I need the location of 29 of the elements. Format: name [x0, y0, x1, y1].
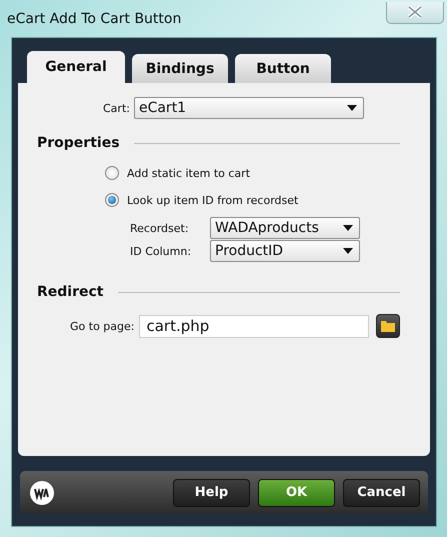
field-label: Go to page:: [70, 320, 134, 332]
caret-icon: [343, 225, 353, 231]
input-field[interactable]: cart.php: [139, 314, 370, 338]
tab[interactable]: General: [27, 51, 125, 83]
caret-icon: [346, 105, 357, 111]
section-heading: Properties: [37, 135, 120, 151]
close-button[interactable]: [386, 2, 444, 24]
radio-label: Add static item to cart: [127, 166, 250, 180]
dropdown[interactable]: eCart1: [134, 97, 364, 119]
radio-label: Look up item ID from recordset: [127, 194, 298, 206]
tab[interactable]: Bindings: [132, 54, 228, 83]
radio-button[interactable]: [105, 166, 119, 180]
tab[interactable]: Button: [235, 54, 331, 83]
window-title: eCart Add To Cart Button: [7, 10, 182, 26]
section-heading: Redirect: [37, 284, 104, 300]
field-label: Cart:: [103, 102, 130, 114]
dropdown[interactable]: ProductID: [210, 240, 360, 262]
folder-icon: [381, 320, 396, 332]
dropdown[interactable]: WADAproducts: [210, 217, 360, 239]
dialog-button[interactable]: Help: [173, 478, 250, 507]
dialog-button[interactable]: Cancel: [343, 478, 420, 507]
radio-button[interactable]: [105, 193, 119, 207]
ok-button[interactable]: OK: [258, 478, 335, 507]
field-label: Recordset:: [130, 222, 190, 234]
logo-icon: [30, 480, 54, 505]
caret-icon: [343, 248, 353, 254]
browse-button[interactable]: [376, 314, 400, 338]
close-icon: [406, 5, 424, 19]
field-label: ID Column:: [130, 244, 192, 258]
